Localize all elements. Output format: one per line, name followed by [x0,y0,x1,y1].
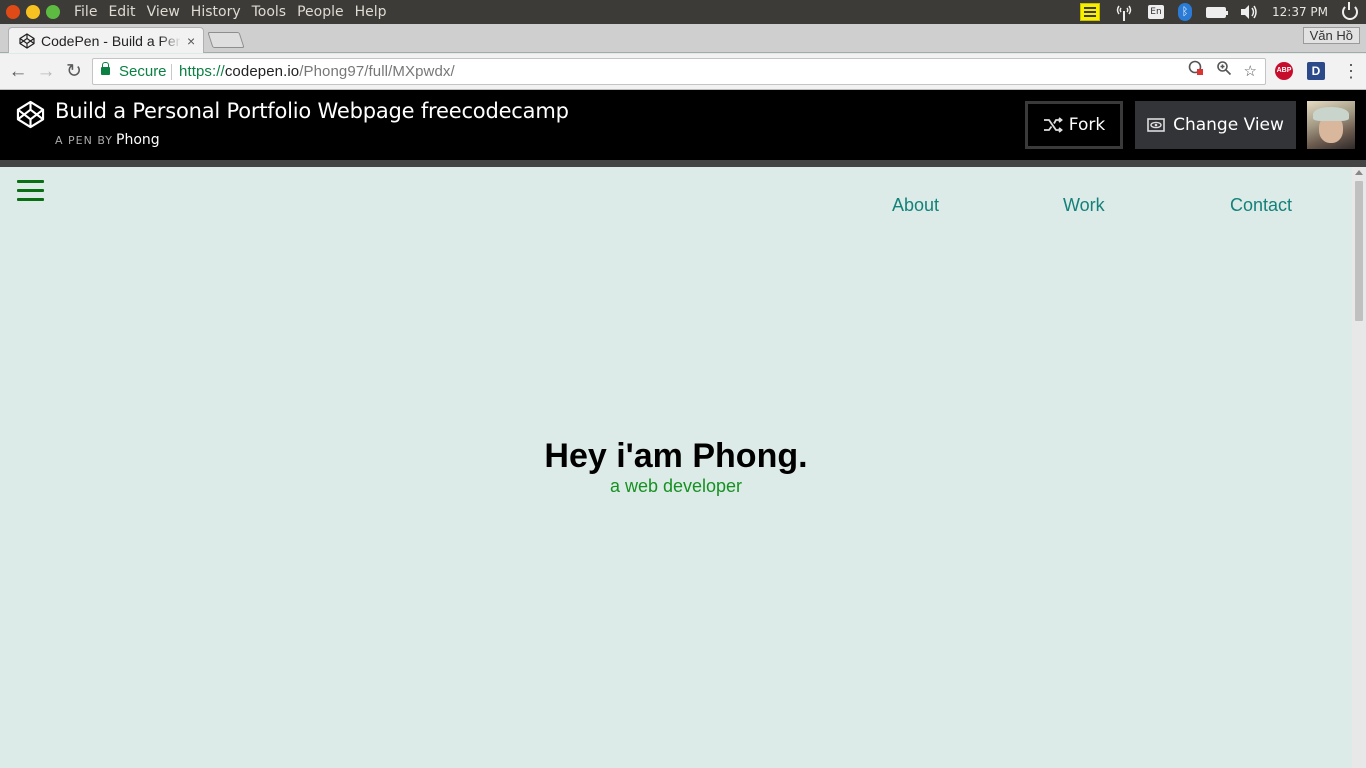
system-tray: En ᛒ 12:37 PM [1080,0,1366,24]
power-icon[interactable] [1342,0,1358,24]
codepen-favicon-icon [19,32,35,49]
scroll-up-arrow-icon[interactable] [1355,170,1363,175]
browser-tab[interactable]: CodePen - Build a Personal Portfolio Web… [8,27,204,53]
change-view-button[interactable]: Change View [1135,101,1296,149]
page-scrollbar[interactable] [1352,167,1366,768]
pen-author: A PEN BY Phong [55,132,160,148]
bookmark-star-icon[interactable]: ☆ [1244,59,1257,84]
hero-title: Hey i'am Phong. [544,437,808,475]
portfolio-page: About Work Contact Hey i'am Phong. a web… [0,167,1352,768]
tab-title: CodePen - Build a Personal Portfolio Web… [41,32,181,49]
fork-icon [1043,117,1063,133]
blocked-content-icon[interactable] [1188,59,1204,84]
app-menu: File Edit View History Tools People Help [74,3,387,21]
user-avatar[interactable] [1307,101,1355,149]
hero-subtitle: a web developer [609,476,743,496]
lock-icon [101,62,110,75]
menu-file[interactable]: File [74,3,97,21]
bluetooth-icon[interactable]: ᛒ [1178,0,1192,24]
menu-history[interactable]: History [191,3,241,21]
menu-tools[interactable]: Tools [252,3,287,21]
maximize-window-button[interactable] [46,5,60,19]
codepen-header: Build a Personal Portfolio Webpage freec… [0,90,1366,161]
forward-arrow-icon[interactable]: → [36,62,56,82]
nav-link-about[interactable]: About [892,195,939,216]
menu-people[interactable]: People [297,3,344,21]
author-name-link[interactable]: Phong [116,132,160,148]
battery-icon[interactable] [1206,0,1228,24]
browser-menu-icon[interactable]: ⋮ [1342,62,1360,80]
nav-link-work[interactable]: Work [1063,195,1105,216]
clock[interactable]: 12:37 PM [1272,0,1328,24]
address-bar[interactable]: Secure https://codepen.io/Phong97/full/M… [92,58,1266,85]
eye-view-icon [1147,118,1165,132]
tab-strip: CodePen - Build a Personal Portfolio Web… [0,24,1366,53]
new-tab-button[interactable] [207,32,245,48]
network-icon[interactable] [1114,0,1134,24]
menu-view[interactable]: View [147,3,180,21]
menu-help[interactable]: Help [355,3,387,21]
fork-button[interactable]: Fork [1025,101,1123,149]
hamburger-menu-icon[interactable] [17,180,44,202]
notes-icon[interactable] [1080,0,1100,24]
adblock-extension-icon[interactable]: ABP [1275,62,1293,80]
codepen-logo-icon[interactable] [16,100,45,129]
close-window-button[interactable] [6,5,20,19]
nav-link-contact[interactable]: Contact [1230,195,1292,216]
scrollbar-thumb[interactable] [1355,181,1363,321]
minimize-window-button[interactable] [26,5,40,19]
keyboard-layout-indicator[interactable]: En [1148,0,1164,24]
zoom-icon[interactable] [1216,59,1232,84]
browser-toolbar: ← → ↻ Secure https://codepen.io/Phong97/… [0,54,1366,90]
menu-edit[interactable]: Edit [108,3,135,21]
profile-button[interactable]: Văn Hồ [1302,27,1360,44]
pen-title: Build a Personal Portfolio Webpage freec… [55,99,569,123]
back-arrow-icon[interactable]: ← [8,62,28,82]
volume-icon[interactable] [1240,0,1258,24]
url-text: https://codepen.io/Phong97/full/MXpwdx/ [179,63,455,80]
tab-close-icon[interactable]: × [187,33,195,49]
os-menubar: File Edit View History Tools People Help… [0,0,1366,24]
d-extension-icon[interactable]: D [1307,62,1325,80]
secure-label: Secure [119,63,167,80]
reload-icon[interactable]: ↻ [64,62,84,82]
